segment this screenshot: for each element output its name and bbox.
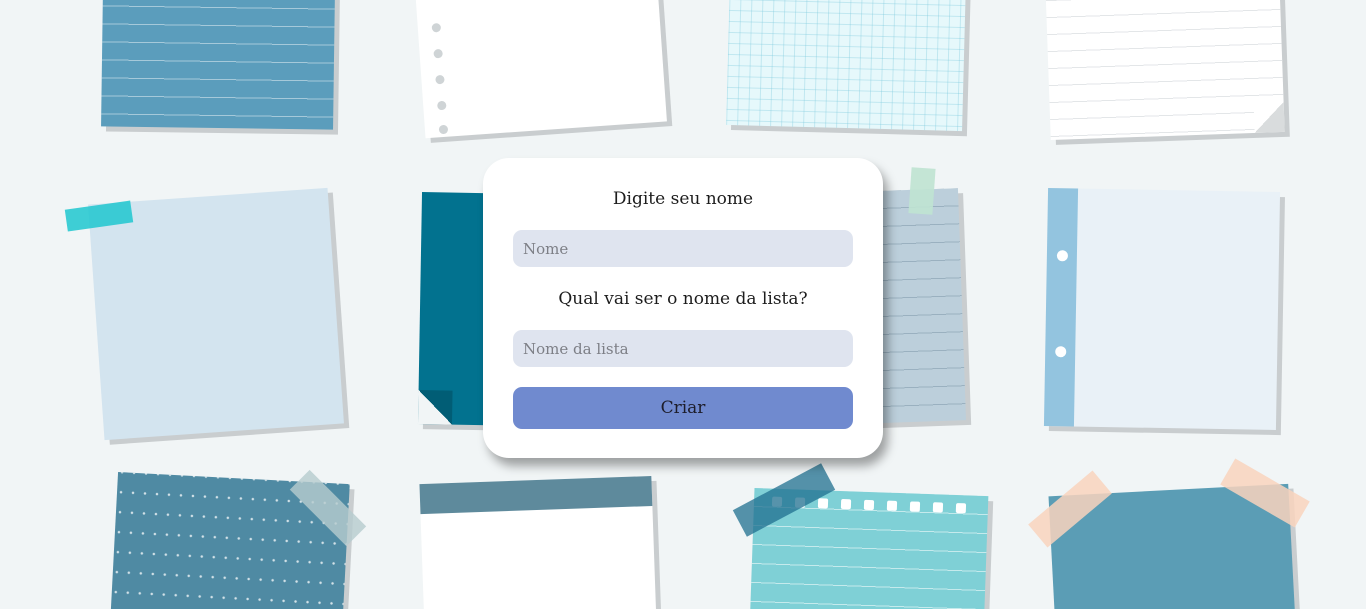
binder-hole-icon [436,100,447,111]
spiral-hole-icon [840,498,852,510]
spiral-hole-icon [817,498,829,509]
sticky-note-white-lined [1045,0,1285,141]
binder-strip [1043,187,1079,427]
binder-hole-icon [435,74,445,85]
binder-hole-icon [438,124,449,135]
page-background: Digite seu nome Qual vai ser o nome da l… [0,0,1366,609]
name-input[interactable] [513,230,853,267]
create-button[interactable]: Criar [513,387,853,429]
sticky-note-grid [726,0,966,132]
spiral-hole-icon [909,501,921,512]
sticky-note-binder-strip [1043,187,1281,431]
spiral-hole-icon [955,503,967,514]
spiral-hole-icon [932,502,944,513]
sticky-note-blue-lined [101,0,335,130]
sticky-note-white-header [419,475,657,609]
note-header-band [419,475,653,515]
binder-hole-icon [433,48,443,59]
list-name-label: Qual vai ser o nome da lista? [558,289,808,309]
name-label: Digite seu nome [612,189,754,209]
sticky-note-ring-binder [415,0,667,139]
binder-hole-icon [431,22,442,33]
list-name-input[interactable] [513,330,853,367]
folded-corner-icon [1253,101,1285,133]
create-list-card: Digite seu nome Qual vai ser o nome da l… [483,158,883,458]
spiral-hole-icon [863,499,875,511]
sticky-note-light-blue [88,187,344,441]
spiral-hole-icon [886,500,898,511]
tape-strip [908,167,936,215]
folded-corner-icon [417,390,453,425]
